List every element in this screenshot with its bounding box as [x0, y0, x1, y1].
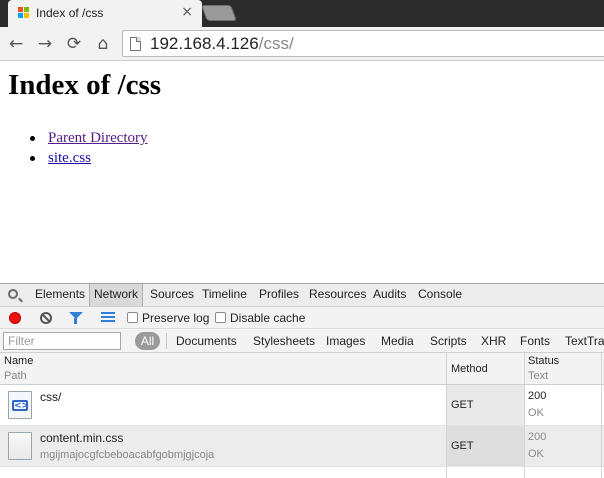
- directory-list: Parent Directory site.css: [30, 128, 148, 168]
- type-filter-documents[interactable]: Documents: [176, 334, 237, 348]
- table-row[interactable]: content.min.css mgijmajocgfcbeboacabfgob…: [0, 426, 604, 467]
- disable-cache-label: Disable cache: [230, 311, 306, 325]
- column-divider[interactable]: [601, 353, 602, 478]
- tab-strip: Index of /css ×: [0, 0, 604, 27]
- list-item: Parent Directory: [30, 128, 148, 148]
- new-tab-button[interactable]: [201, 5, 237, 21]
- type-filter-stylesheets[interactable]: Stylesheets: [253, 334, 315, 348]
- forward-icon[interactable]: →: [35, 34, 55, 54]
- page-content: Index of /css Parent Directory site.css: [0, 61, 604, 283]
- request-path: mgijmajocgfcbeboacabfgobmjgjcoja: [40, 449, 215, 461]
- network-controls: Preserve log Disable cache: [0, 307, 604, 329]
- tab-resources[interactable]: Resources: [305, 284, 370, 306]
- request-status-text: OK: [528, 448, 544, 460]
- request-method: GET: [451, 440, 474, 452]
- tab-network[interactable]: Network: [89, 284, 144, 306]
- divider: [166, 333, 167, 349]
- type-filter-xhr[interactable]: XHR: [481, 334, 506, 348]
- address-bar[interactable]: 192.168.4.126/css/: [122, 30, 604, 57]
- home-icon[interactable]: ⌂: [93, 34, 113, 54]
- tab-close-icon[interactable]: ×: [181, 4, 193, 20]
- column-text-header[interactable]: Text: [528, 370, 548, 382]
- request-status: 200: [528, 431, 547, 443]
- browser-toolbar: ← → ⟳ ⌂ 192.168.4.126/css/: [0, 27, 604, 61]
- devtools-panel: Elements Network Sources Timeline Profil…: [0, 283, 604, 478]
- preserve-log-label: Preserve log: [142, 311, 210, 325]
- tab-title: Index of /css: [36, 6, 104, 20]
- url-path: /css/: [258, 34, 294, 53]
- back-icon[interactable]: ←: [6, 34, 26, 54]
- favicon-icon: [18, 7, 30, 19]
- preserve-log-checkbox[interactable]: [127, 312, 138, 323]
- clear-icon[interactable]: [40, 312, 52, 324]
- type-filter-images[interactable]: Images: [326, 334, 365, 348]
- tab-profiles[interactable]: Profiles: [255, 284, 303, 306]
- parent-directory-link[interactable]: Parent Directory: [48, 130, 148, 146]
- type-filter-scripts[interactable]: Scripts: [430, 334, 467, 348]
- type-filter-media[interactable]: Media: [381, 334, 414, 348]
- column-divider[interactable]: [524, 353, 525, 478]
- search-icon[interactable]: [8, 289, 18, 299]
- tab-sources[interactable]: Sources: [146, 284, 198, 306]
- tab-audits[interactable]: Audits: [369, 284, 410, 306]
- page-icon: [130, 37, 141, 51]
- type-filter-all[interactable]: All: [135, 332, 160, 350]
- url-host: 192.168.4.126: [150, 34, 259, 53]
- site-css-link[interactable]: site.css: [48, 150, 91, 166]
- table-row[interactable]: <> css/ GET 200 OK: [0, 385, 604, 426]
- list-view-icon[interactable]: [101, 312, 115, 323]
- list-item: site.css: [30, 148, 148, 168]
- column-method-header[interactable]: Method: [451, 363, 488, 375]
- tab-console[interactable]: Console: [414, 284, 466, 306]
- browser-tab[interactable]: Index of /css ×: [8, 0, 202, 27]
- record-icon[interactable]: [9, 312, 21, 324]
- filter-bar: All Documents Stylesheets Images Media S…: [0, 329, 604, 353]
- url-text: 192.168.4.126/css/: [150, 34, 294, 54]
- devtools-tab-bar: Elements Network Sources Timeline Profil…: [0, 284, 604, 307]
- request-name: css/: [40, 390, 62, 404]
- reload-icon[interactable]: ⟳: [64, 34, 84, 54]
- filter-input[interactable]: [3, 332, 121, 350]
- disable-cache-checkbox[interactable]: [215, 312, 226, 323]
- document-icon: <>: [8, 391, 32, 419]
- column-path-header[interactable]: Path: [4, 370, 27, 382]
- column-status-header[interactable]: Status: [528, 355, 559, 367]
- request-status-text: OK: [528, 407, 544, 419]
- request-method: GET: [451, 399, 474, 411]
- tab-timeline[interactable]: Timeline: [198, 284, 251, 306]
- file-icon: [8, 432, 32, 460]
- grid-header: Name Path Method Status Text: [0, 353, 604, 385]
- filter-icon[interactable]: [69, 312, 83, 324]
- page-title: Index of /css: [8, 69, 162, 101]
- column-divider[interactable]: [446, 353, 447, 478]
- network-grid: Name Path Method Status Text <> css/ GET…: [0, 353, 604, 478]
- request-status: 200: [528, 390, 547, 402]
- type-filter-fonts[interactable]: Fonts: [520, 334, 550, 348]
- column-name-header[interactable]: Name: [4, 355, 33, 367]
- tab-elements[interactable]: Elements: [31, 284, 89, 306]
- type-filter-texttrack[interactable]: TextTra: [565, 334, 604, 348]
- request-name: content.min.css: [40, 431, 124, 445]
